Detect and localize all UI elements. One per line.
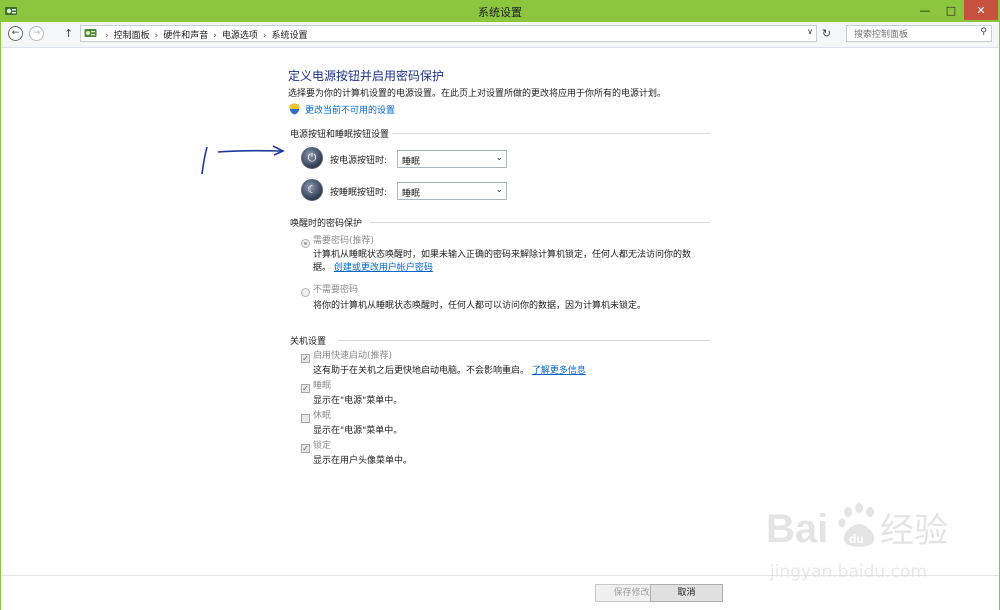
- change-unavailable-settings-link[interactable]: 更改当前不可用的设置: [305, 103, 395, 116]
- require-password-desc-end: 据。: [313, 263, 332, 273]
- no-password-radio[interactable]: [301, 288, 310, 297]
- require-password-desc: 计算机从睡眠状态唤醒时，如果未输入正确的密码来解除计算机锁定，任何人都无法访问你…: [313, 250, 692, 260]
- sleep-button-icon: ☾: [301, 179, 323, 201]
- control-panel-location-icon: [84, 29, 97, 37]
- sleep-button-label: 按睡眠按钮时:: [330, 188, 388, 198]
- no-password-label: 不需要密码: [313, 285, 359, 295]
- title-bar: 系统设置 — □ ✕: [0, 0, 1000, 22]
- baidu-logo: Bai du 经验: [766, 503, 948, 551]
- power-button-label: 按电源按钮时:: [330, 156, 388, 166]
- section-divider: [370, 222, 710, 223]
- lock-option-label: 锁定: [313, 441, 332, 451]
- breadcrumb-hardware-sound[interactable]: 硬件和声音: [163, 31, 208, 41]
- power-buttons-section-title: 电源按钮和睡眠按钮设置: [290, 130, 390, 140]
- sleep-option-label: 睡眠: [313, 381, 332, 391]
- power-buttons-section: 电源按钮和睡眠按钮设置: [290, 127, 710, 140]
- password-section: 唤醒时的密码保护: [290, 216, 710, 229]
- power-button-select[interactable]: 睡眠 ⌄: [397, 150, 507, 168]
- shutdown-section-title: 关机设置: [290, 337, 327, 347]
- fast-startup-checkbox[interactable]: ✓: [301, 354, 310, 363]
- refresh-button[interactable]: ↻: [819, 26, 834, 41]
- address-bar[interactable]: › 控制面板 › 硬件和声音 › 电源选项 › 系统设置 ∨: [80, 25, 817, 42]
- back-button[interactable]: ←: [8, 26, 23, 41]
- maximize-button[interactable]: □: [938, 0, 964, 20]
- address-dropdown-icon[interactable]: ∨: [807, 27, 813, 36]
- chevron-down-icon: ⌄: [495, 185, 503, 195]
- require-password-desc-cont: 据。 创建或更改用户帐户密码: [313, 262, 433, 275]
- svg-text:经验: 经验: [880, 511, 948, 551]
- minimize-button[interactable]: —: [912, 0, 938, 20]
- create-change-password-link[interactable]: 创建或更改用户帐户密码: [334, 263, 433, 273]
- forward-button[interactable]: →: [29, 26, 44, 41]
- hibernate-checkbox[interactable]: [301, 414, 310, 423]
- breadcrumb-system-settings[interactable]: 系统设置: [271, 31, 307, 41]
- chevron-down-icon: ⌄: [495, 153, 503, 163]
- no-password-desc: 将你的计算机从睡眠状态唤醒时，任何人都可以访问你的数据，因为计算机未锁定。: [313, 301, 647, 311]
- sleep-option-desc: 显示在"电源"菜单中。: [313, 396, 403, 406]
- main-content: 定义电源按钮并启用密码保护 选择要为你的计算机设置的电源设置。在此页上对设置所做…: [1, 48, 999, 575]
- require-password-label: 需要密码(推荐): [313, 236, 375, 246]
- baidu-jingyan-watermark: Bai du 经验 jingyan.baidu.com: [762, 498, 962, 592]
- fast-startup-label: 启用快速启动(推荐): [313, 351, 393, 361]
- fast-startup-desc-row: 这有助于在关机之后更快地启动电脑。不会影响重启。 了解更多信息: [313, 365, 586, 378]
- window-title: 系统设置: [478, 6, 522, 19]
- uac-shield-icon: [289, 103, 300, 115]
- section-divider: [338, 340, 710, 341]
- breadcrumb-separator: ›: [154, 31, 159, 41]
- shutdown-section: 关机设置: [290, 334, 710, 347]
- breadcrumb-separator: ›: [105, 31, 109, 41]
- hand-drawn-arrow-annotation: [201, 145, 285, 175]
- lock-option-desc: 显示在用户头像菜单中。: [313, 456, 413, 466]
- hibernate-option-label: 休眠: [313, 411, 332, 421]
- svg-text:Bai: Bai: [766, 507, 828, 551]
- power-button-icon: ⏻: [301, 147, 323, 169]
- section-divider: [392, 133, 710, 134]
- require-password-radio[interactable]: [301, 239, 310, 248]
- fast-startup-desc: 这有助于在关机之后更快地启动电脑。不会影响重启。: [313, 366, 530, 376]
- search-icon[interactable]: ⚲: [980, 27, 987, 37]
- power-button-select-value: 睡眠: [402, 157, 421, 167]
- svg-text:du: du: [849, 532, 864, 546]
- sleep-checkbox[interactable]: ✓: [301, 384, 310, 393]
- close-button[interactable]: ✕: [964, 0, 998, 20]
- hibernate-option-desc: 显示在"电源"菜单中。: [313, 426, 403, 436]
- learn-more-link[interactable]: 了解更多信息: [532, 366, 586, 376]
- navigation-bar: ← → ↑ › 控制面板 › 硬件和声音 › 电源选项 › 系统设置 ∨ ↻ ⚲: [1, 22, 999, 48]
- breadcrumb-separator: ›: [213, 31, 217, 41]
- breadcrumb-control-panel[interactable]: 控制面板: [114, 31, 150, 41]
- sleep-button-select-value: 睡眠: [402, 189, 421, 199]
- watermark-url: jingyan.baidu.com: [770, 562, 927, 582]
- search-input[interactable]: [852, 27, 966, 42]
- cancel-button[interactable]: 取消: [650, 584, 723, 602]
- password-section-title: 唤醒时的密码保护: [290, 219, 363, 229]
- breadcrumb: › 控制面板 › 硬件和声音 › 电源选项 › 系统设置: [100, 28, 308, 41]
- breadcrumb-separator: ›: [262, 31, 267, 41]
- sleep-button-select[interactable]: 睡眠 ⌄: [397, 182, 507, 200]
- page-description: 选择要为你的计算机设置的电源设置。在此页上对设置所做的更改将应用于你所有的电源计…: [288, 89, 667, 99]
- lock-checkbox[interactable]: ✓: [301, 444, 310, 453]
- page-title: 定义电源按钮并启用密码保护: [288, 69, 445, 83]
- breadcrumb-power-options[interactable]: 电源选项: [222, 31, 258, 41]
- search-box[interactable]: ⚲: [846, 25, 992, 42]
- up-button[interactable]: ↑: [64, 27, 73, 40]
